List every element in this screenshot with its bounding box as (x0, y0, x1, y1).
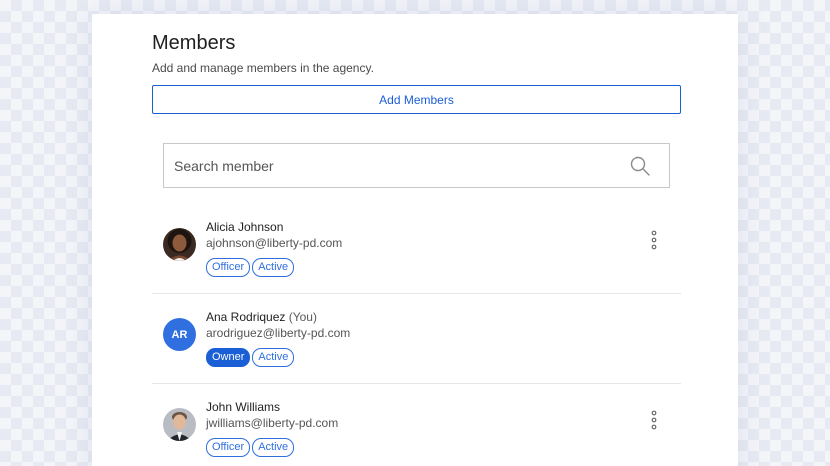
search-box (163, 143, 670, 188)
member-row: Alicia Johnson ajohnson@liberty-pd.com O… (152, 204, 681, 294)
members-card: Members Add and manage members in the ag… (92, 14, 738, 466)
role-badge: Officer (206, 258, 251, 277)
add-members-button[interactable]: Add Members (152, 85, 681, 114)
avatar-photo (163, 228, 196, 261)
member-name: Ana Rodriquez (You) (206, 310, 317, 324)
avatar (163, 228, 196, 261)
member-email: jwilliams@liberty-pd.com (206, 416, 339, 430)
current-user-label: (You) (288, 310, 317, 324)
member-email: ajohnson@liberty-pd.com (206, 236, 343, 250)
status-badge: Active (252, 438, 295, 457)
avatar: AR (163, 318, 196, 351)
member-name: Alicia Johnson (206, 220, 284, 234)
page-subtitle: Add and manage members in the agency. (152, 61, 374, 75)
member-tags: Owner Active (206, 348, 350, 367)
member-row: AR Ana Rodriquez (You) arodriguez@libert… (152, 294, 681, 384)
member-name: John Williams (206, 400, 281, 414)
avatar (163, 408, 196, 441)
status-badge: Active (252, 348, 295, 367)
member-tags: Officer Active (206, 438, 338, 457)
member-email: arodriguez@liberty-pd.com (206, 326, 351, 340)
member-tags: Officer Active (206, 258, 342, 277)
member-info: Alicia Johnson ajohnson@liberty-pd.com O… (206, 219, 342, 277)
member-info: John Williams jwilliams@liberty-pd.com O… (206, 399, 338, 457)
more-options-icon[interactable] (649, 410, 659, 432)
search-icon[interactable] (629, 155, 651, 177)
role-badge: Officer (206, 438, 251, 457)
role-badge: Owner (206, 348, 251, 367)
page-title: Members (152, 32, 236, 54)
status-badge: Active (252, 258, 295, 277)
more-options-icon[interactable] (649, 230, 659, 252)
member-row: John Williams jwilliams@liberty-pd.com O… (152, 384, 681, 466)
member-info: Ana Rodriquez (You) arodriguez@liberty-p… (206, 309, 350, 367)
avatar-photo (163, 408, 196, 441)
search-input[interactable] (174, 157, 629, 174)
